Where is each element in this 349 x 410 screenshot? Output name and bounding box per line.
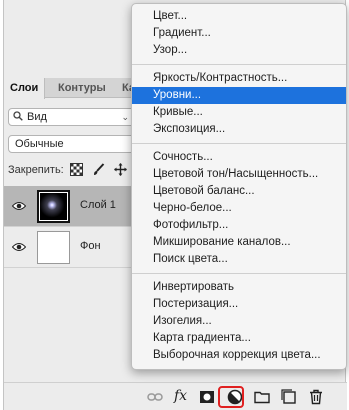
menu-item[interactable]: Цветовой баланс... [132,183,346,200]
chevron-down-icon: ⌄ [121,112,129,122]
menu-item[interactable]: Постеризация... [132,296,346,313]
menu-item[interactable]: Кривые... [132,104,346,121]
adjustment-layer-menu: Цвет... Градиент... Узор... Яркость/Контрас… [131,3,347,370]
lock-transparent-pixels-icon[interactable] [70,163,83,176]
adjustment-button-callout [218,386,244,408]
new-layer-icon[interactable] [281,389,297,405]
menu-item[interactable]: Черно-белое... [132,200,346,217]
menu-separator [132,143,346,144]
menu-item[interactable]: Микширование каналов... [132,234,346,251]
menu-item[interactable]: Карта градиента... [132,330,346,347]
move-icon[interactable] [114,163,127,176]
link-icon[interactable] [147,389,163,405]
layer-filter-label: Вид [27,111,47,123]
menu-item[interactable]: Уровни... [132,87,346,104]
menu-separator [132,273,346,274]
search-icon [13,111,23,121]
menu-item[interactable]: Цвет... [132,8,346,25]
mask-icon[interactable] [199,389,215,405]
layer-filter-select[interactable]: Вид ⌄ [8,108,136,126]
menu-separator [132,64,346,65]
menu-item[interactable]: Инвертировать [132,279,346,296]
eye-icon[interactable] [12,201,26,211]
menu-item[interactable]: Узор... [132,42,346,59]
fx-icon[interactable]: fx [174,388,190,404]
menu-item[interactable]: Изогелия... [132,313,346,330]
menu-item[interactable]: Сочность... [132,149,346,166]
menu-item[interactable]: Поиск цвета... [132,251,346,268]
menu-item[interactable]: Экспозиция... [132,121,346,138]
folder-icon[interactable] [254,389,270,405]
menu-item[interactable]: Выборочная коррекция цвета... [132,347,346,364]
tab-layers[interactable]: Слои [4,78,46,99]
layer-name[interactable]: Фон [80,240,101,252]
menu-item[interactable]: Фотофильтр... [132,217,346,234]
menu-item[interactable]: Яркость/Контрастность... [132,70,346,87]
eye-icon[interactable] [12,242,26,252]
tab-paths[interactable]: Контуры [52,78,112,98]
blend-mode-value: Обычные [15,138,64,150]
menu-item[interactable]: Градиент... [132,25,346,42]
menu-item[interactable]: Цветовой тон/Насыщенность... [132,166,346,183]
layer-name[interactable]: Слой 1 [80,199,116,211]
brush-icon[interactable] [92,163,105,176]
layer-thumbnail [37,231,70,264]
layers-bottom-toolbar: fx [4,382,347,410]
lock-label: Закрепить: [8,164,64,176]
trash-icon[interactable] [308,389,324,405]
blend-mode-select[interactable]: Обычные [8,135,136,153]
layer-thumbnail [37,190,70,223]
